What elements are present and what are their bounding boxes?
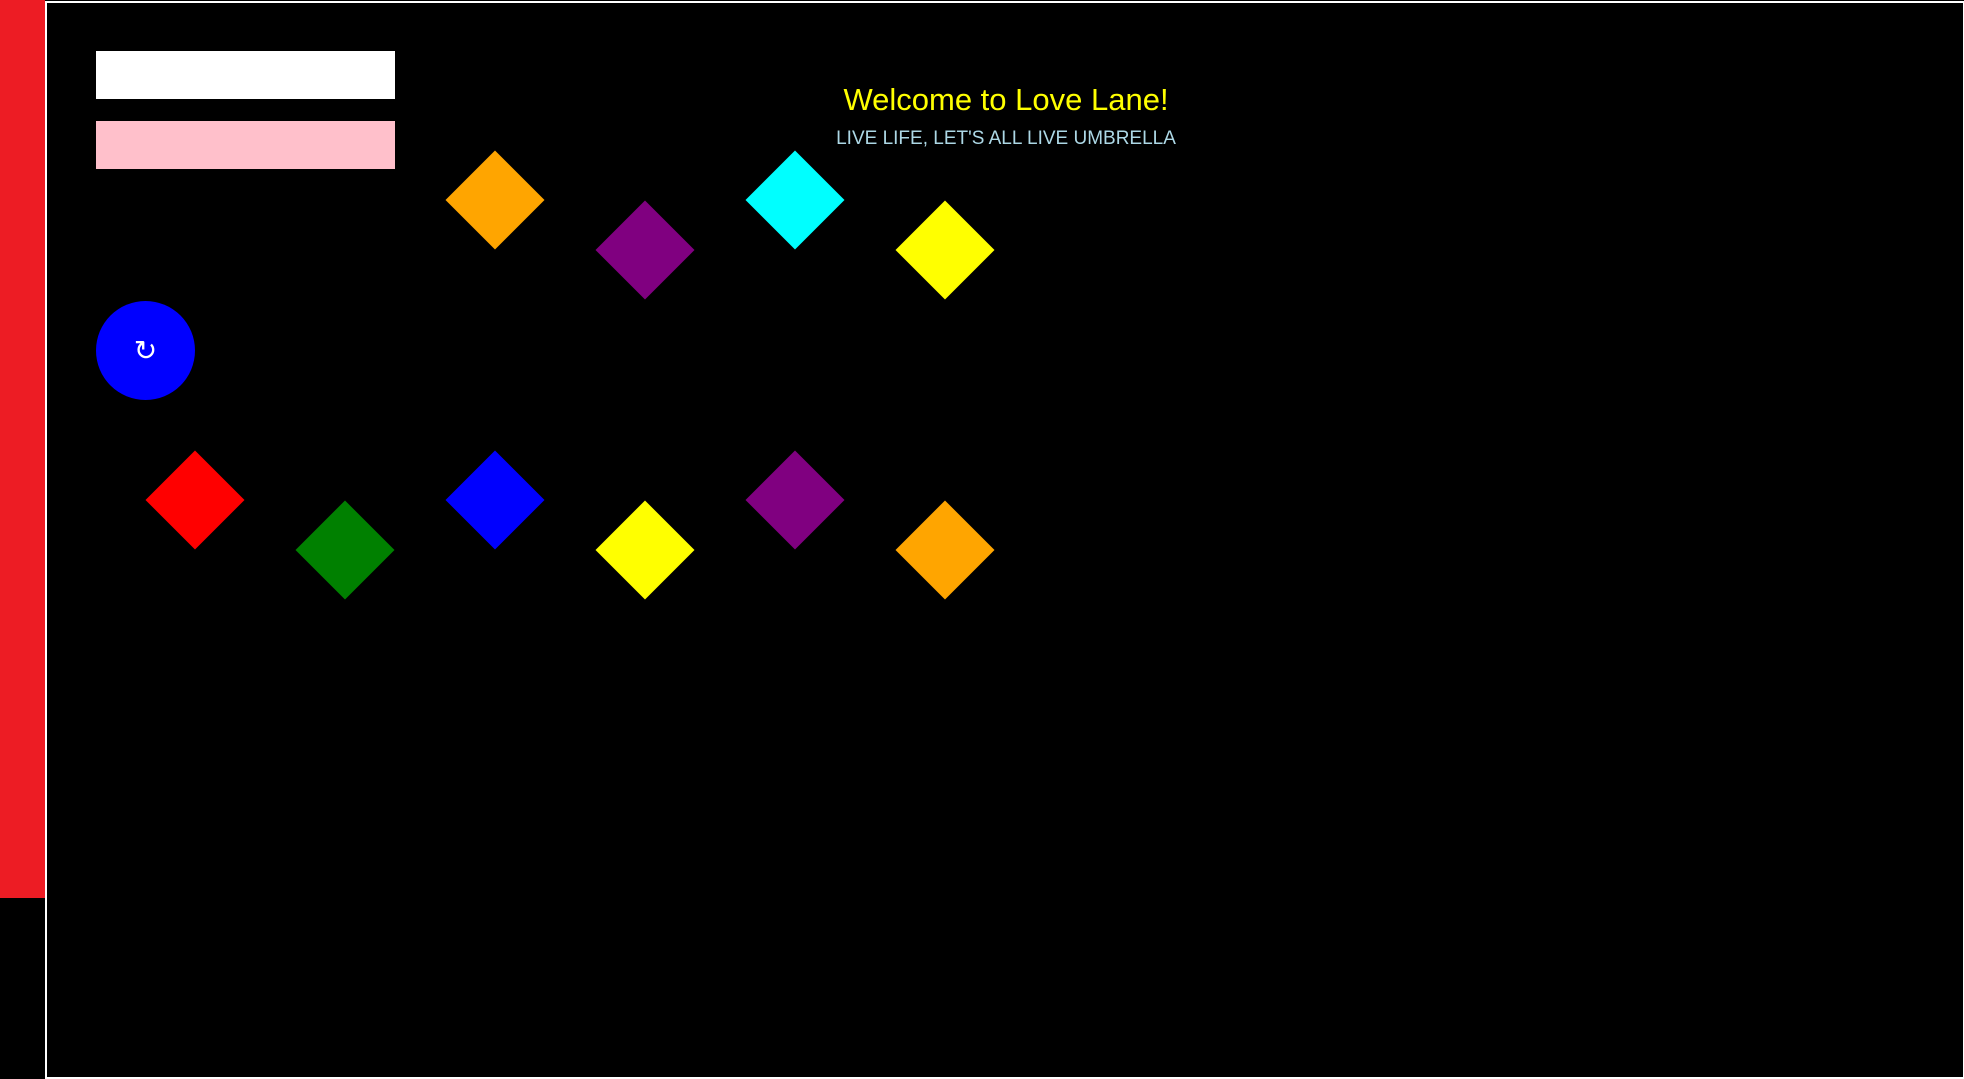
pink-bar [96,121,395,169]
refresh-button[interactable]: ↻ [96,301,195,400]
left-red-bar [0,0,45,898]
page-title: Welcome to Love Lane! [843,82,1169,117]
page-subtitle: LIVE LIFE, LET'S ALL LIVE UMBRELLA [836,128,1176,149]
app-root: Welcome to Love Lane! LIVE LIFE, LET'S A… [0,0,1964,1079]
refresh-icon: ↻ [133,334,158,366]
white-bar [96,51,395,99]
